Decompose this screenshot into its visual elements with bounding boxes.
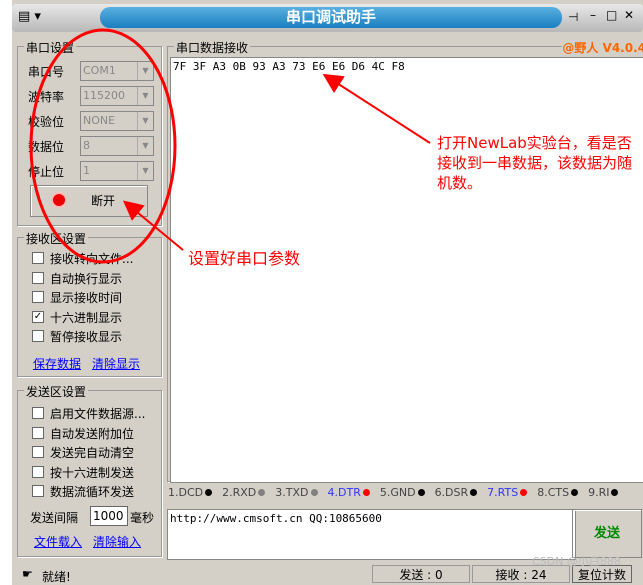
highlight-ellipse xyxy=(29,28,177,264)
annotation-overlay xyxy=(29,28,431,264)
arrow-to-settings xyxy=(122,200,184,251)
arrow-to-data xyxy=(322,73,431,144)
annotation-note-data: 打开NewLab实验台，看是否接收到一串数据，该数据为随机数。 xyxy=(437,134,633,192)
annotation-note-settings: 设置好串口参数 xyxy=(188,249,301,268)
